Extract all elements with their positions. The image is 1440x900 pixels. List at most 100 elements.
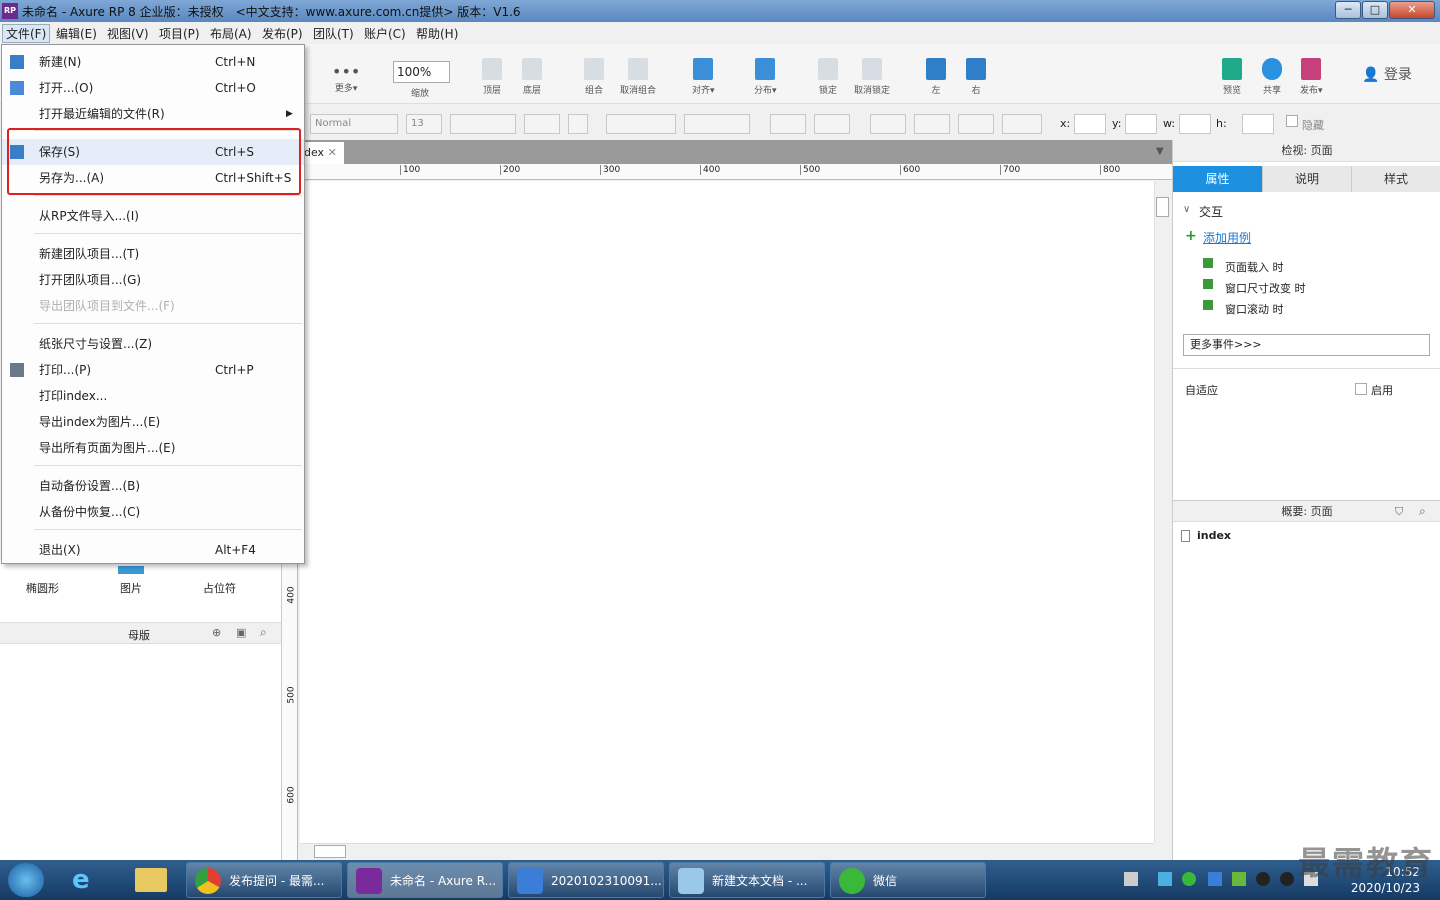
bring-front-button[interactable]: 顶层 (482, 58, 502, 96)
more-events-select[interactable]: 更多事件>>> (1183, 334, 1430, 356)
line-color-button[interactable] (870, 114, 906, 134)
lock-button[interactable]: 锁定 (818, 58, 838, 96)
menu-open-recent[interactable]: 打开最近编辑的文件(R) ▶ (2, 101, 304, 127)
menu-paper-settings[interactable]: 纸张尺寸与设置...(Z) (2, 331, 304, 357)
add-master-icon[interactable]: ⊕ (212, 626, 221, 639)
bullet-button[interactable] (568, 114, 588, 134)
taskbar-item-video[interactable]: 2020102310091... (508, 862, 664, 898)
menu-autobackup-settings[interactable]: 自动备份设置...(B) (2, 473, 304, 499)
unlock-button[interactable]: 取消锁定 (854, 58, 890, 96)
keyboard-icon[interactable] (1124, 872, 1138, 886)
menu-layout[interactable]: 布局(A) (207, 25, 255, 42)
ie-icon[interactable]: e (72, 866, 102, 894)
distribute-button[interactable]: 分布▾ (754, 58, 777, 96)
right-pane-button[interactable]: 右 (966, 58, 986, 96)
horizontal-scrollbar[interactable] (300, 843, 1154, 859)
menu-open[interactable]: 打开...(O) Ctrl+O (2, 75, 304, 101)
h-input[interactable] (1242, 114, 1274, 134)
tab-style[interactable]: 样式 (1352, 166, 1440, 192)
start-button[interactable] (8, 863, 44, 897)
wechat-tray-icon[interactable] (1182, 872, 1196, 886)
menu-team[interactable]: 团队(T) (310, 25, 357, 42)
align-button[interactable]: 对齐▾ (692, 58, 715, 96)
ungroup-button[interactable]: 取消组合 (620, 58, 656, 96)
hidden-checkbox[interactable] (1286, 115, 1298, 127)
preview-button[interactable]: 预览 (1222, 58, 1242, 96)
nvidia-icon[interactable] (1232, 872, 1246, 886)
publish-button[interactable]: 发布▾ (1300, 58, 1323, 96)
taskbar-item-notepad[interactable]: 新建文本文档 - ... (669, 862, 825, 898)
group-button[interactable]: 组合 (584, 58, 604, 96)
menu-new-team-project[interactable]: 新建团队项目...(T) (2, 241, 304, 267)
line-style-button[interactable] (958, 114, 994, 134)
menu-view[interactable]: 视图(V) (104, 25, 152, 42)
bold-italic-underline-group[interactable] (450, 114, 516, 134)
shield-icon[interactable] (1208, 872, 1222, 886)
menu-project[interactable]: 项目(P) (156, 25, 203, 42)
menu-import-rp[interactable]: 从RP文件导入...(I) (2, 203, 304, 229)
qq-icon[interactable] (1256, 872, 1270, 886)
text-align-group[interactable] (606, 114, 676, 134)
system-tray[interactable] (1124, 872, 1324, 888)
vertical-align-group[interactable] (684, 114, 750, 134)
login-button[interactable]: 👤 登录 (1362, 64, 1412, 84)
minimize-button[interactable]: ─ (1335, 1, 1361, 19)
filter-icon[interactable]: ⛉ (1395, 505, 1403, 519)
shadow-button[interactable] (814, 114, 850, 134)
search-icon[interactable]: ⌕ (1419, 504, 1426, 519)
event-page-load[interactable]: 页面载入 时 (1225, 259, 1284, 275)
taskbar-item-wechat[interactable]: 微信 (830, 862, 986, 898)
add-case-link[interactable]: 添加用例 (1203, 229, 1251, 246)
y-input[interactable] (1125, 114, 1157, 134)
taskbar-item-chrome[interactable]: 发布提问 - 最需... (186, 862, 342, 898)
menu-print-index[interactable]: 打印index... (2, 383, 304, 409)
menu-open-team-project[interactable]: 打开团队项目...(G) (2, 267, 304, 293)
menu-restore-backup[interactable]: 从备份中恢复...(C) (2, 499, 304, 525)
menu-print[interactable]: 打印...(P) Ctrl+P (2, 357, 304, 383)
event-window-scroll[interactable]: 窗口滚动 时 (1225, 301, 1284, 317)
menu-file[interactable]: 文件(F) (2, 24, 51, 43)
fill-color-button[interactable] (770, 114, 806, 134)
qq-icon[interactable] (1280, 872, 1294, 886)
tab-list-chevron-icon[interactable]: ▼ (1156, 146, 1164, 157)
add-folder-icon[interactable]: ▣ (236, 626, 246, 639)
font-style-select[interactable]: Normal (310, 114, 398, 134)
font-color-button[interactable] (524, 114, 560, 134)
scroll-thumb[interactable] (314, 845, 346, 858)
menu-account[interactable]: 账户(C) (361, 25, 409, 42)
chevron-down-icon[interactable]: ∨ (1183, 204, 1190, 215)
menu-help[interactable]: 帮助(H) (413, 25, 461, 42)
maximize-button[interactable]: □ (1362, 1, 1388, 19)
left-pane-button[interactable]: 左 (926, 58, 946, 96)
widget-placeholder[interactable]: 占位符 (203, 580, 236, 596)
arrow-style-button[interactable] (1002, 114, 1042, 134)
enable-checkbox[interactable] (1355, 383, 1367, 395)
close-tab-icon[interactable]: ✕ (328, 146, 337, 159)
send-back-button[interactable]: 底层 (522, 58, 542, 96)
tab-notes[interactable]: 说明 (1263, 166, 1352, 192)
scroll-thumb[interactable] (1156, 197, 1169, 217)
line-width-button[interactable] (914, 114, 950, 134)
menu-new[interactable]: 新建(N) Ctrl+N (2, 49, 304, 75)
taskbar-item-axure[interactable]: 未命名 - Axure R... (347, 862, 503, 898)
folder-icon[interactable] (135, 868, 167, 892)
outline-page-index[interactable]: index (1197, 529, 1231, 542)
share-button[interactable]: 共享 (1262, 58, 1282, 96)
zoom-select[interactable]: 100% (393, 61, 450, 83)
vertical-scrollbar[interactable] (1154, 181, 1170, 843)
x-input[interactable] (1074, 114, 1106, 134)
player-icon[interactable] (1158, 872, 1172, 886)
interaction-section[interactable]: 交互 (1199, 203, 1223, 220)
menu-edit[interactable]: 编辑(E) (53, 25, 100, 42)
tab-properties[interactable]: 属性 (1173, 166, 1263, 192)
event-window-resize[interactable]: 窗口尺寸改变 时 (1225, 280, 1306, 296)
menu-export-all-images[interactable]: 导出所有页面为图片...(E) (2, 435, 304, 461)
widget-ellipse[interactable]: 椭圆形 (26, 580, 59, 596)
close-button[interactable]: ✕ (1389, 1, 1435, 19)
more-tools-button[interactable]: ••• 更多▾ (332, 62, 360, 94)
menu-publish[interactable]: 发布(P) (259, 25, 306, 42)
font-size-select[interactable]: 13 (406, 114, 442, 134)
w-input[interactable] (1179, 114, 1211, 134)
menu-export-index-image[interactable]: 导出index为图片...(E) (2, 409, 304, 435)
tab-index[interactable]: dex ✕ (300, 142, 344, 164)
